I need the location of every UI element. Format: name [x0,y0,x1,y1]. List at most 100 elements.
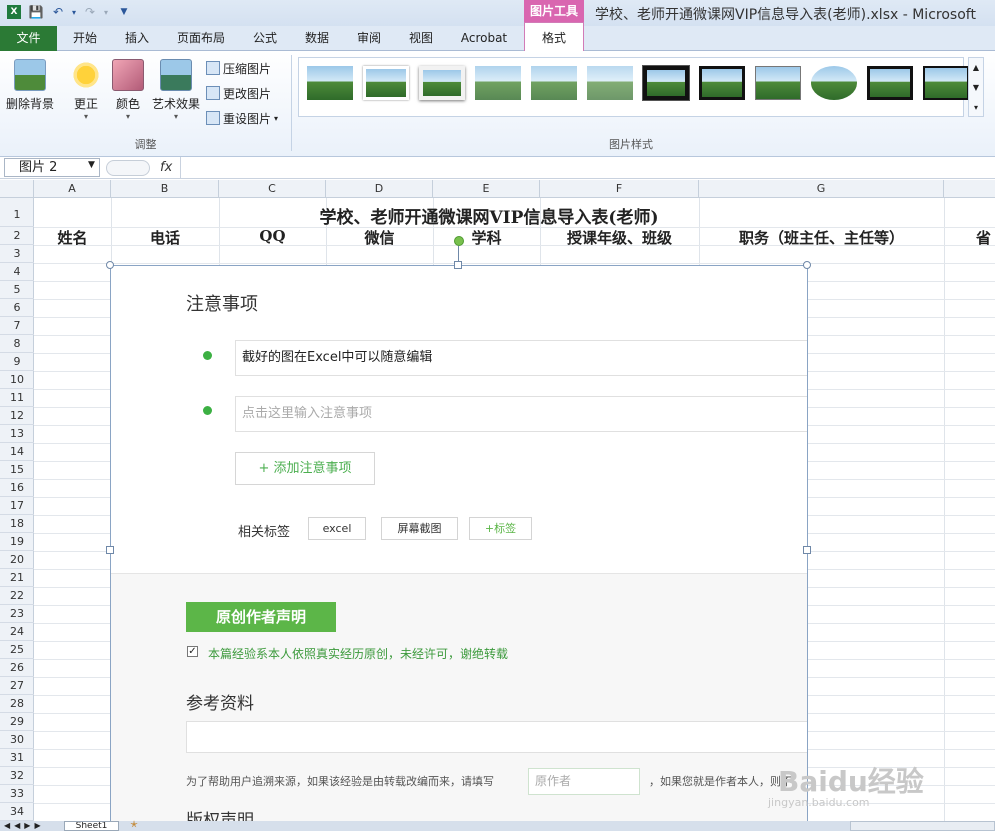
row-header[interactable]: 23 [0,605,34,623]
row-header[interactable]: 22 [0,587,34,605]
style-thumbnail[interactable] [642,65,690,101]
resize-handle-top-right[interactable] [803,261,811,269]
header-cell-wechat[interactable]: 微信 [326,227,433,247]
header-cell-name[interactable]: 姓名 [34,227,111,247]
save-icon[interactable]: 💾 [28,4,44,20]
tab-view[interactable]: 视图 [400,26,442,51]
header-cell-position[interactable]: 职务（班主任、主任等） [699,227,944,247]
resize-handle-top[interactable] [454,261,462,269]
sheet-tab-sheet1[interactable]: Sheet1 [64,821,119,831]
column-header-e[interactable]: E [433,180,540,198]
tag-screenshot[interactable]: 屏幕截图 [381,517,458,540]
style-thumbnail[interactable] [587,66,633,100]
change-picture-button[interactable]: 更改图片 [206,82,271,104]
style-thumbnail[interactable] [699,66,745,100]
references-input[interactable] [186,721,807,753]
row-header[interactable]: 21 [0,569,34,587]
row-header[interactable]: 29 [0,713,34,731]
row-header[interactable]: 8 [0,335,34,353]
original-author-input[interactable]: 原作者 [528,768,640,795]
style-thumbnail[interactable] [923,66,969,100]
corrections-button[interactable]: 更正 ▾ [66,59,106,121]
row-header[interactable]: 32 [0,767,34,785]
undo-icon[interactable]: ↶ [50,4,66,20]
row-header[interactable]: 33 [0,785,34,803]
row-header[interactable]: 31 [0,749,34,767]
row-header[interactable]: 13 [0,425,34,443]
tab-insert[interactable]: 插入 [114,26,160,51]
row-header[interactable]: 14 [0,443,34,461]
column-header-f[interactable]: F [540,180,699,198]
redo-dropdown-icon[interactable]: ▾ [98,4,114,20]
insert-sheet-icon[interactable]: ✭ [124,821,144,831]
tab-format[interactable]: 格式 [524,22,584,52]
inserted-picture[interactable]: 注意事项 截好的图在Excel中可以随意编辑 点击这里输入注意事项 + 添加注意… [110,265,808,825]
resize-handle-top-left[interactable] [106,261,114,269]
gallery-scroll[interactable]: ▲ ▼ ▾ [968,57,984,117]
row-header[interactable]: 5 [0,281,34,299]
header-cell-province[interactable]: 省 [944,227,995,247]
row-header[interactable]: 20 [0,551,34,569]
tab-data[interactable]: 数据 [296,26,338,51]
color-button[interactable]: 颜色 ▾ [110,59,146,121]
row-header[interactable]: 1 [0,198,34,227]
customize-qat-icon[interactable]: ▼ [116,4,132,20]
style-thumbnail[interactable] [531,66,577,100]
row-header[interactable]: 19 [0,533,34,551]
row-header[interactable]: 2 [0,227,34,245]
header-cell-subject[interactable]: 学科 [433,227,540,247]
column-header-b[interactable]: B [111,180,219,198]
column-header-h[interactable] [944,180,995,198]
row-header[interactable]: 15 [0,461,34,479]
row-header[interactable]: 26 [0,659,34,677]
original-checkbox[interactable]: ✓ [187,646,198,657]
row-header[interactable]: 27 [0,677,34,695]
row-header[interactable]: 7 [0,317,34,335]
resize-handle-left[interactable] [106,546,114,554]
header-cell-grade-class[interactable]: 授课年级、班级 [540,227,699,247]
row-header[interactable]: 28 [0,695,34,713]
style-thumbnail[interactable] [475,66,521,100]
style-thumbnail[interactable] [811,66,857,100]
artistic-effects-button[interactable]: 艺术效果 ▾ [150,59,202,121]
tab-review[interactable]: 审阅 [348,26,390,51]
compress-pictures-button[interactable]: 压缩图片 [206,57,271,79]
tab-formulas[interactable]: 公式 [244,26,286,51]
style-thumbnail[interactable] [419,66,465,100]
header-cell-phone[interactable]: 电话 [111,227,219,247]
column-header-c[interactable]: C [219,180,326,198]
row-header[interactable]: 17 [0,497,34,515]
row-header[interactable]: 12 [0,407,34,425]
remove-background-button[interactable]: 删除背景 [4,59,56,112]
formula-input[interactable] [182,158,992,177]
tab-file[interactable]: 文件 [0,26,57,51]
name-box[interactable]: 图片 2 [4,158,100,177]
name-box-dropdown-icon[interactable]: ▼ [88,160,95,170]
rotation-handle[interactable] [454,236,464,246]
note-input-2[interactable]: 点击这里输入注意事项 [235,396,807,432]
formula-bar-resize-handle[interactable] [106,160,150,176]
redo-icon[interactable]: ↷ [82,4,98,20]
tab-acrobat[interactable]: Acrobat [452,26,516,51]
style-thumbnail[interactable] [867,66,913,100]
select-all-corner[interactable] [0,180,34,198]
row-header[interactable]: 6 [0,299,34,317]
tab-page-layout[interactable]: 页面布局 [170,26,232,51]
sheet-title-cell[interactable]: 学校、老师开通微课网VIP信息导入表(老师) [34,203,944,228]
header-cell-qq[interactable]: QQ [219,227,326,247]
row-header[interactable]: 9 [0,353,34,371]
row-header[interactable]: 11 [0,389,34,407]
column-header-g[interactable]: G [699,180,944,198]
row-header[interactable]: 30 [0,731,34,749]
row-header[interactable]: 16 [0,479,34,497]
tab-home[interactable]: 开始 [62,26,108,51]
row-header[interactable]: 3 [0,245,34,263]
insert-function-icon[interactable]: fx [160,157,172,179]
row-header[interactable]: 4 [0,263,34,281]
resize-handle-right[interactable] [803,546,811,554]
note-input-1[interactable]: 截好的图在Excel中可以随意编辑 [235,340,807,376]
sheet-nav-arrows-icon[interactable]: ◀◀▶▶ [4,821,45,830]
add-tag-button[interactable]: +标签 [469,517,532,540]
column-header-d[interactable]: D [326,180,433,198]
original-author-button[interactable]: 原创作者声明 [186,602,336,632]
